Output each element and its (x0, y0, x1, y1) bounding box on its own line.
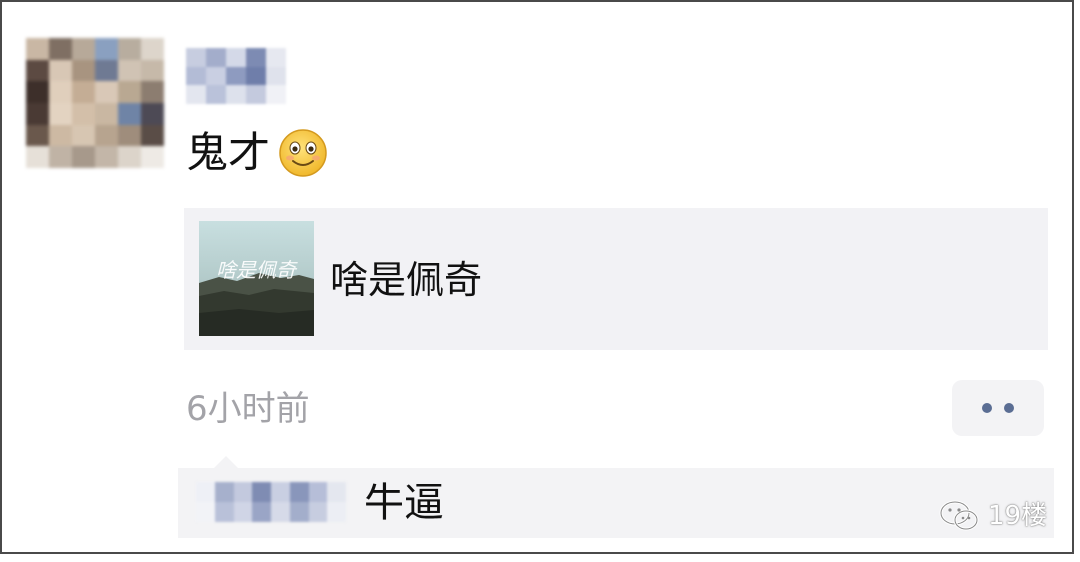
share-title: 啥是佩奇 (330, 258, 483, 302)
watermark-text: 19楼 (988, 501, 1048, 531)
share-thumbnail-caption: 啥是佩奇 (216, 258, 298, 282)
comments-section: 牛逼 (178, 456, 1054, 538)
ellipsis-icon-dot-1 (982, 403, 992, 413)
avatar[interactable] (26, 38, 164, 168)
post-text-content: 鬼才 (186, 128, 271, 177)
wechat-icon (939, 500, 979, 531)
post-text: 鬼才 (186, 124, 328, 182)
more-options-button[interactable] (952, 380, 1044, 436)
commenter-name-blurred[interactable] (196, 482, 346, 522)
username-blurred[interactable] (186, 48, 286, 104)
timestamp: 6小时前 (186, 389, 310, 429)
smile-emoji-icon (279, 129, 327, 177)
shared-link-card[interactable]: 啥是佩奇 啥是佩奇 (184, 208, 1048, 350)
watermark: 19楼 (938, 496, 1047, 536)
comment-text: 牛逼 (364, 480, 444, 526)
ellipsis-icon-dot-2 (1004, 403, 1014, 413)
moment-post: 鬼才 啥是佩奇 啥是佩奇 6小时前 牛逼 19楼 (0, 0, 1074, 554)
share-thumbnail: 啥是佩奇 (199, 221, 314, 336)
